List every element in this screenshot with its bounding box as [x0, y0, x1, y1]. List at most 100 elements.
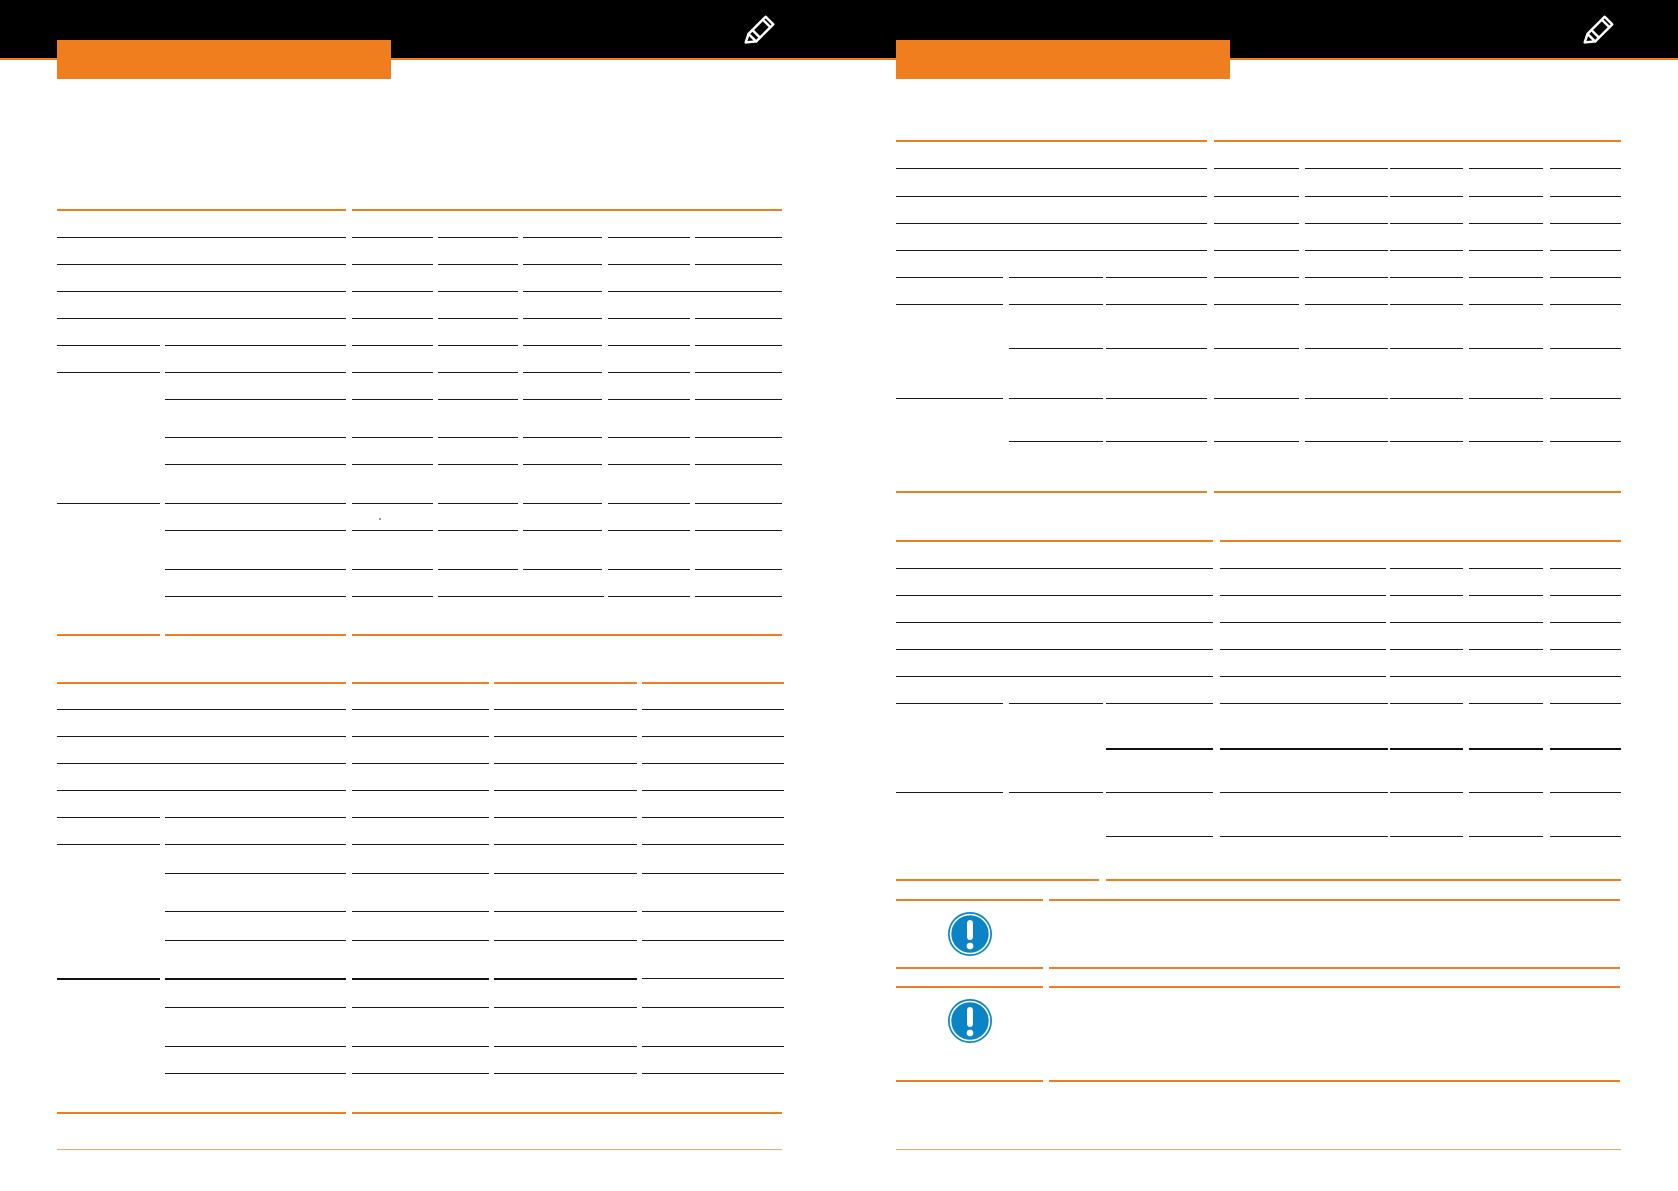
table-row-rule — [1550, 250, 1621, 251]
table-row-rule — [523, 464, 602, 465]
table-row-rule — [642, 873, 784, 874]
table-row-rule — [1305, 398, 1388, 399]
table-row-rule — [896, 277, 1003, 278]
table-row-rule — [1106, 792, 1213, 793]
table-row-rule — [1469, 792, 1543, 793]
table-row-rule — [57, 318, 346, 319]
table-row-rule — [896, 304, 1003, 305]
table-row-rule — [695, 237, 782, 238]
table-row-rule — [1220, 703, 1305, 704]
table-row-rule — [1305, 703, 1388, 704]
table-row-rule — [608, 372, 690, 373]
table-row-rule — [1220, 676, 1386, 677]
table-row-rule — [608, 345, 690, 346]
table-row-rule — [1214, 223, 1299, 224]
table-row-rule — [57, 709, 346, 710]
table-row-rule — [57, 264, 346, 265]
table-row-rule — [165, 873, 346, 874]
table-row-rule — [165, 372, 346, 373]
table-row-rule — [1305, 277, 1388, 278]
table-row-rule — [896, 223, 1207, 224]
table-row-rule — [1106, 277, 1207, 278]
table-row-rule — [1390, 398, 1463, 399]
table-row-rule — [1390, 622, 1543, 623]
notice-top-rule — [1049, 899, 1620, 901]
table-row-rule — [1220, 622, 1386, 623]
table-row-rule — [165, 911, 346, 912]
notice-bottom-rule — [1049, 967, 1620, 969]
table-row-rule — [695, 569, 782, 570]
table-row-rule — [438, 464, 518, 465]
table-row-rule — [523, 318, 602, 319]
table-row-rule — [1106, 748, 1213, 750]
table-row-rule — [1469, 568, 1543, 569]
table-row-rule — [57, 736, 346, 737]
table-row-rule — [1106, 304, 1207, 305]
table-row-rule — [896, 622, 1213, 623]
table-row-rule — [1469, 748, 1543, 750]
table-header-rule — [1220, 540, 1621, 542]
table-row-rule — [438, 437, 518, 438]
table-row-rule — [1009, 277, 1103, 278]
table-row-rule — [1469, 348, 1543, 349]
table-row-rule — [352, 817, 489, 818]
table-row-rule — [1550, 196, 1621, 197]
table-row-rule — [57, 237, 346, 238]
table-row-rule — [1220, 748, 1305, 750]
table-row-rule — [695, 372, 782, 373]
table-row-rule — [494, 790, 637, 791]
table-footer-rule — [1214, 491, 1621, 493]
table-row-rule — [896, 649, 1213, 650]
table-row-rule — [1390, 836, 1463, 837]
table-row-rule — [352, 437, 433, 438]
table-row-rule — [352, 596, 433, 597]
table-row-rule — [438, 318, 518, 319]
table-row-rule — [896, 568, 1213, 569]
table-row-rule — [352, 1073, 489, 1074]
notice-top-rule — [896, 899, 1043, 901]
table-header-rule — [352, 209, 782, 211]
table-row-rule — [1390, 304, 1463, 305]
table-row-rule — [695, 530, 782, 531]
table-row-rule — [57, 978, 160, 980]
table-row-rule — [1009, 441, 1103, 442]
table-row-rule — [642, 1007, 784, 1008]
table-row-rule — [352, 345, 433, 346]
table-footer-rule — [165, 634, 346, 636]
table-row-rule — [1390, 250, 1463, 251]
table-row-rule — [1550, 622, 1621, 623]
table-footer-rule — [1106, 879, 1621, 881]
table-row-rule — [438, 569, 518, 570]
table-row-rule — [523, 372, 602, 373]
table-row-rule — [1550, 836, 1621, 837]
table-row-rule — [1009, 304, 1103, 305]
table-row-rule — [352, 569, 433, 570]
table-row-rule — [352, 911, 489, 912]
table-row-rule — [352, 736, 489, 737]
table-row-rule — [1390, 676, 1621, 677]
table-header-rule — [352, 682, 489, 684]
table-row-rule — [523, 345, 602, 346]
table-row-rule — [494, 940, 637, 941]
table-row-rule — [494, 1046, 637, 1047]
table-row-rule — [1390, 595, 1463, 596]
table-row-rule — [165, 978, 346, 980]
table-row-rule — [1550, 595, 1621, 596]
table-row-rule — [1550, 703, 1621, 704]
table-row-rule — [57, 291, 346, 292]
table-row-rule — [352, 372, 433, 373]
table-row-rule — [57, 503, 160, 504]
table-row-rule — [438, 345, 518, 346]
table-row-rule — [352, 399, 433, 400]
table-row-rule — [1469, 649, 1543, 650]
table-row-rule — [1469, 168, 1543, 169]
table-row-rule — [494, 911, 637, 912]
table-row-rule — [642, 763, 784, 764]
table-row-rule — [352, 237, 433, 238]
table-row-rule — [695, 437, 782, 438]
table-row-rule — [896, 792, 1003, 793]
table-header-rule — [494, 682, 637, 684]
table-row-rule — [608, 437, 690, 438]
table-row-rule — [896, 250, 1207, 251]
table-row-rule — [642, 817, 784, 818]
